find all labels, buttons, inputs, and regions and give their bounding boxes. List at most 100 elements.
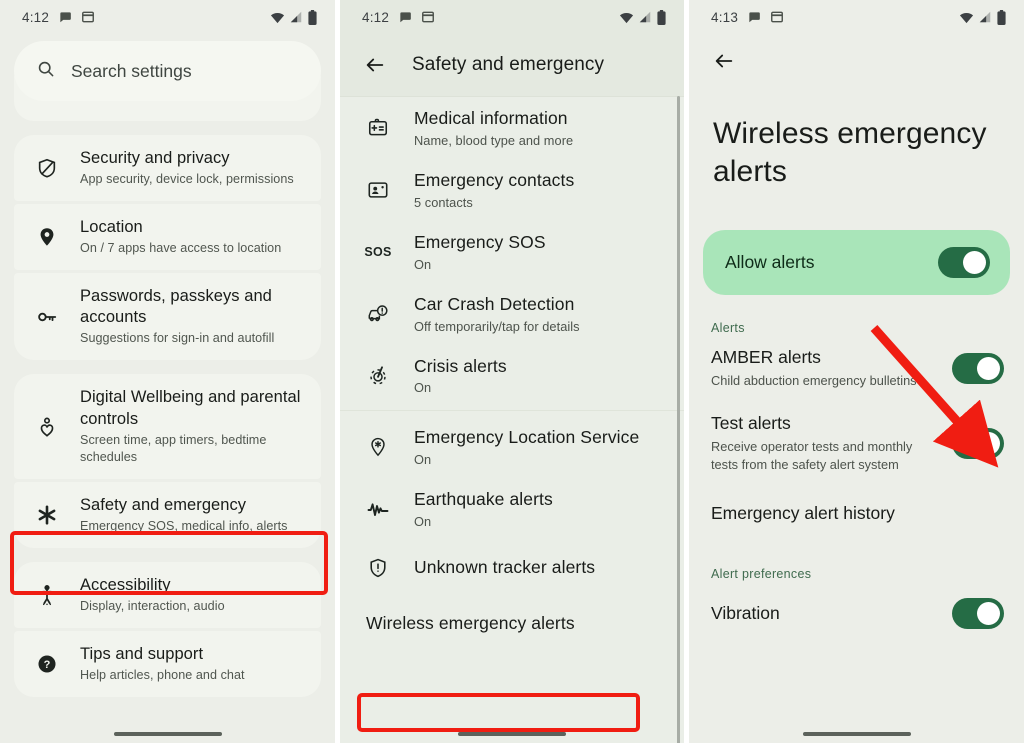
list-item[interactable]: Passwords, passkeys and accounts Suggest… — [14, 273, 321, 361]
test-alerts-toggle[interactable] — [952, 427, 1004, 459]
list-item-title: Test alerts — [711, 413, 791, 434]
list-item[interactable]: Earthquake alerts On — [340, 478, 684, 540]
emergency-alert-history-row[interactable]: Emergency alert history — [689, 486, 1024, 542]
list-item[interactable]: Medical information Name, blood type and… — [340, 97, 684, 159]
list-item[interactable]: Crisis alerts On — [340, 345, 684, 407]
screenshot-icon — [81, 10, 95, 24]
svg-text:?: ? — [44, 659, 51, 671]
sidebar-item-wireless-emergency-alerts[interactable]: Wireless emergency alerts — [340, 596, 684, 652]
status-bar-time: 4:12 — [362, 9, 390, 25]
asterisk-icon — [30, 498, 64, 532]
list-item-title: Emergency alert history — [711, 502, 895, 523]
tracker-shield-icon — [364, 554, 392, 582]
list-item-title: Tips and support — [80, 644, 204, 663]
help-icon: ? — [30, 647, 64, 681]
list-item-subtitle: Display, interaction, audio — [80, 598, 225, 613]
list-item-title: Wireless emergency alerts — [366, 613, 575, 634]
list-item[interactable]: SOS Emergency SOS On — [340, 221, 684, 283]
list-item-title: Medical information — [414, 108, 568, 128]
screenshot-icon — [770, 10, 784, 24]
list-item-subtitle: On / 7 apps have access to location — [80, 241, 282, 256]
list-item[interactable]: Location On / 7 apps have access to loca… — [14, 204, 321, 271]
list-item-title: Safety and emergency — [80, 495, 247, 514]
list-item-subtitle: On — [414, 452, 432, 468]
list-item[interactable]: Emergency Location Service On — [340, 416, 684, 478]
list-item-subtitle: Suggestions for sign-in and autofill — [80, 331, 275, 346]
amber-alerts-toggle[interactable] — [952, 352, 1004, 384]
list-item-title: AMBER alerts — [711, 346, 821, 367]
list-item-subtitle: On — [414, 256, 432, 272]
key-icon — [30, 300, 64, 334]
list-item-subtitle: 5 contacts — [414, 194, 473, 210]
battery-icon — [656, 9, 667, 25]
divider — [340, 410, 684, 412]
gesture-pill — [802, 732, 911, 736]
search-input[interactable]: Search settings — [14, 41, 321, 101]
section-header-alerts: Alerts — [711, 320, 745, 335]
list-item[interactable]: Digital Wellbeing and parental controls … — [14, 374, 321, 479]
safety-and-emergency-panel: 4:12 Safety and emergency Medical inform… — [340, 0, 684, 743]
wifi-icon — [619, 10, 634, 25]
crisis-alert-icon — [364, 361, 392, 389]
list-item[interactable]: Emergency contacts 5 contacts — [340, 159, 684, 221]
list-item-subtitle: Child abduction emergency bulletins — [711, 372, 917, 388]
safety-list: Medical information Name, blood type and… — [340, 96, 684, 743]
chat-bubble-icon — [58, 10, 72, 24]
list-item-title: Crisis alerts — [414, 355, 507, 376]
list-item-title: Unknown tracker alerts — [414, 557, 596, 578]
battery-icon — [307, 9, 318, 25]
vibration-toggle[interactable] — [952, 598, 1004, 630]
sidebar-item-safety-and-emergency[interactable]: Safety and emergency Emergency SOS, medi… — [14, 481, 321, 548]
allow-alerts-row[interactable]: Allow alerts — [703, 229, 1010, 295]
list-item-title: Earthquake alerts — [414, 489, 553, 510]
signal-icon — [638, 10, 652, 24]
status-bar: 4:13 — [689, 0, 1024, 34]
search-icon — [36, 59, 55, 83]
wellbeing-icon — [30, 410, 64, 444]
status-bar: 4:12 — [0, 0, 335, 34]
vibration-row[interactable]: Vibration — [689, 581, 1024, 641]
status-bar-time: 4:12 — [22, 9, 50, 25]
list-item[interactable]: ? Tips and support Help articles, phone … — [14, 630, 321, 697]
list-item-title: Digital Wellbeing and parental controls — [80, 388, 301, 428]
scrollbar[interactable] — [677, 96, 680, 743]
wireless-emergency-alerts-panel: 4:13 Wireless emergency alerts Allow ale… — [689, 0, 1024, 743]
wifi-icon — [959, 10, 974, 25]
list-item-title: Emergency SOS — [414, 231, 546, 252]
list-item-subtitle: On — [414, 514, 432, 530]
list-item-subtitle: App security, device lock, permissions — [80, 172, 294, 187]
list-item-subtitle: Off temporarily/tap for details — [414, 318, 580, 334]
amber-alerts-row[interactable]: AMBER alerts Child abduction emergency b… — [689, 335, 1024, 402]
battery-icon — [996, 9, 1007, 25]
list-item-title: Accessibility — [80, 575, 171, 594]
list-item-subtitle: Name, blood type and more — [414, 132, 574, 148]
contact-card-icon — [364, 176, 392, 204]
status-bar: 4:12 — [340, 0, 684, 34]
section-header-alert-preferences: Alert preferences — [711, 567, 812, 582]
list-item-title: Passwords, passkeys and accounts — [80, 287, 272, 327]
earthquake-icon — [364, 495, 392, 523]
allow-alerts-label: Allow alerts — [725, 251, 815, 272]
list-item[interactable]: Security and privacy App security, devic… — [14, 135, 321, 202]
test-alerts-row[interactable]: Test alerts Receive operator tests and m… — [689, 401, 1024, 485]
list-item[interactable]: Accessibility Display, interaction, audi… — [14, 561, 321, 628]
screenshot-icon — [421, 10, 435, 24]
list-item-title: Location — [80, 218, 143, 237]
app-bar: Safety and emergency — [340, 34, 684, 96]
allow-alerts-toggle[interactable] — [938, 246, 990, 278]
list-item-subtitle: Receive operator tests and monthly tests… — [711, 439, 913, 472]
accessibility-icon — [30, 578, 64, 612]
back-arrow-icon[interactable] — [364, 54, 386, 76]
list-item[interactable]: Unknown tracker alerts — [340, 540, 684, 596]
sos-icon: SOS — [364, 244, 392, 259]
back-arrow-icon[interactable] — [713, 50, 735, 72]
page-title: Wireless emergency alerts — [713, 117, 987, 189]
list-item-subtitle: On — [414, 380, 432, 396]
page-title: Safety and emergency — [412, 54, 605, 75]
emergency-location-icon — [364, 433, 392, 461]
list-item-title: Emergency contacts — [414, 169, 575, 190]
chat-bubble-icon — [747, 10, 761, 24]
list-item[interactable]: Car Crash Detection Off temporarily/tap … — [340, 283, 684, 345]
